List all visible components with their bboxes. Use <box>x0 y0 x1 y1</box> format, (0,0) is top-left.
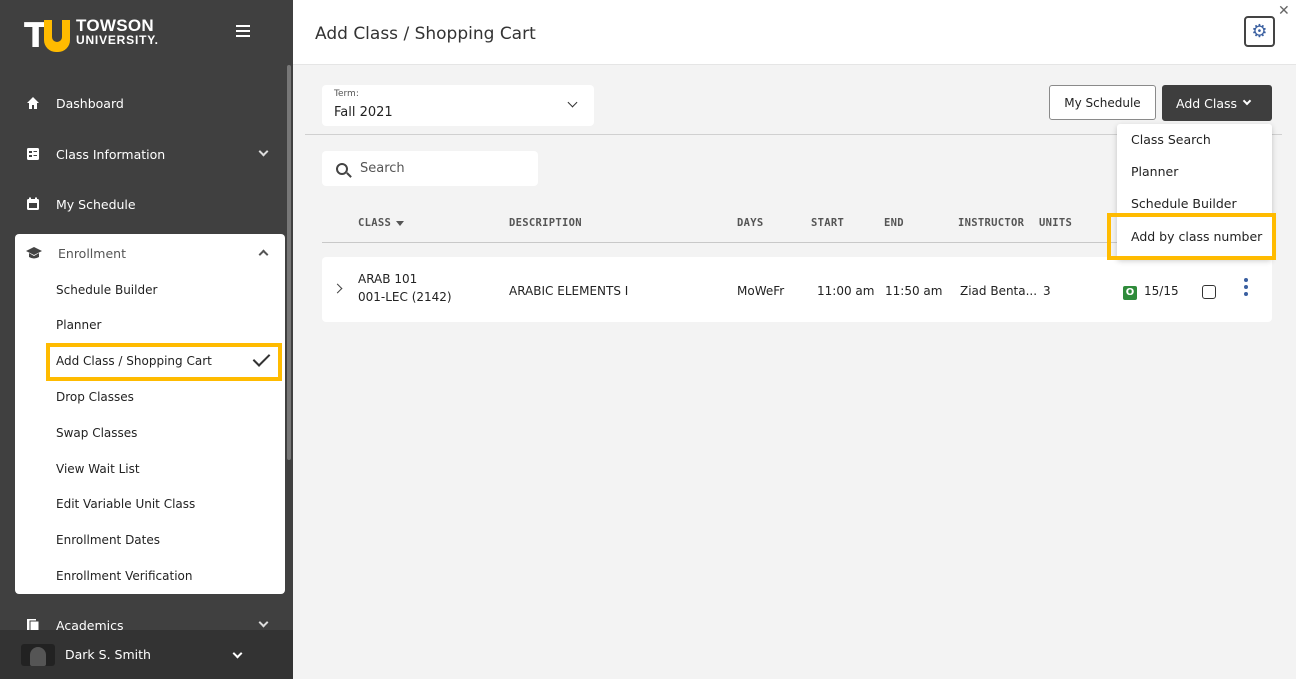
chevron-down-icon <box>1242 96 1252 106</box>
class-code: ARAB 101 <box>358 272 418 286</box>
class-info-icon <box>26 147 40 161</box>
column-header-class[interactable]: CLASS <box>358 217 405 229</box>
enrollment-panel: Enrollment Schedule Builder Planner Add … <box>15 234 285 594</box>
sidebar-item-my-schedule[interactable]: My Schedule <box>15 186 285 222</box>
sidebar-scrollbar[interactable] <box>287 65 291 460</box>
menu-toggle-icon[interactable] <box>236 25 250 37</box>
column-header-end: END <box>884 217 904 229</box>
search-input[interactable]: Search <box>322 151 538 186</box>
sidebar-subitem-enrollment-dates[interactable]: Enrollment Dates <box>56 529 160 551</box>
sort-caret-icon <box>396 220 405 226</box>
search-icon <box>336 162 348 175</box>
menu-item-schedule-builder[interactable]: Schedule Builder <box>1131 194 1237 214</box>
settings-button[interactable]: ⚙ <box>1244 16 1275 47</box>
user-name: Dark S. Smith <box>65 647 151 662</box>
sidebar-subitem-view-wait-list[interactable]: View Wait List <box>56 458 140 480</box>
gear-icon: ⚙ <box>1251 20 1268 42</box>
graduation-cap-icon <box>26 246 42 260</box>
table-header-rule <box>322 242 1122 243</box>
sidebar-item-enrollment[interactable]: Enrollment <box>15 234 285 272</box>
chevron-right-icon[interactable] <box>332 283 343 294</box>
column-header-days: DAYS <box>737 217 764 229</box>
tu-logo-icon: T <box>24 14 70 53</box>
row-checkbox[interactable] <box>1202 285 1216 299</box>
logo-line1: TOWSON <box>76 15 154 35</box>
sidebar-item-label: Class Information <box>56 146 166 162</box>
sidebar-item-label: Dashboard <box>56 95 124 111</box>
more-options-icon[interactable] <box>1243 278 1249 300</box>
header: Add Class / Shopping Cart ⚙ ✕ <box>293 0 1296 65</box>
sidebar-subitem-schedule-builder[interactable]: Schedule Builder <box>56 279 157 301</box>
term-label: Term: <box>334 89 359 99</box>
page-title: Add Class / Shopping Cart <box>315 24 536 44</box>
open-seat-badge: O <box>1123 286 1137 300</box>
sidebar-subitem-drop-classes[interactable]: Drop Classes <box>56 386 134 408</box>
menu-item-planner[interactable]: Planner <box>1131 162 1178 182</box>
calendar-icon <box>26 197 40 211</box>
sidebar-item-dashboard[interactable]: Dashboard <box>15 85 285 121</box>
column-header-start: START <box>811 217 845 229</box>
class-instructor: Ziad Benta... <box>960 284 1038 298</box>
term-select[interactable]: Term: Fall 2021 <box>322 85 594 126</box>
logo-bar: T TOWSON UNIVERSITY. <box>0 0 293 65</box>
sidebar-item-label: Enrollment <box>58 245 126 261</box>
class-start: 11:00 am <box>817 284 875 298</box>
class-units: 3 <box>1043 284 1051 298</box>
menu-item-highlight <box>1107 213 1276 260</box>
sidebar-item-class-information[interactable]: Class Information <box>15 136 285 172</box>
selected-highlight <box>46 343 282 381</box>
university-logo-text: TOWSON UNIVERSITY. <box>76 15 159 48</box>
chevron-down-icon <box>258 617 269 628</box>
my-schedule-button[interactable]: My Schedule <box>1049 85 1156 120</box>
chevron-up-icon <box>258 249 269 260</box>
column-label: CLASS <box>358 217 392 229</box>
class-description: ARABIC ELEMENTS I <box>509 284 629 298</box>
logo-line2: UNIVERSITY. <box>76 32 159 47</box>
table-row: ARAB 101 001-LEC (2142) ARABIC ELEMENTS … <box>322 257 1272 322</box>
add-class-button[interactable]: Add Class <box>1162 85 1272 121</box>
class-days: MoWeFr <box>737 284 785 298</box>
sidebar-subitem-enrollment-verification[interactable]: Enrollment Verification <box>56 565 193 587</box>
add-class-label: Add Class <box>1176 95 1238 111</box>
avatar <box>21 643 55 666</box>
chevron-down-icon <box>232 648 243 659</box>
term-value: Fall 2021 <box>334 105 393 120</box>
chevron-down-icon <box>567 97 578 108</box>
close-icon[interactable]: ✕ <box>1278 3 1290 19</box>
class-section: 001-LEC (2142) <box>358 290 452 304</box>
column-header-units: UNITS <box>1039 217 1073 229</box>
class-seats: 15/15 <box>1144 284 1179 298</box>
home-icon <box>26 96 40 110</box>
class-end: 11:50 am <box>885 284 943 298</box>
sidebar-subitem-edit-variable-unit[interactable]: Edit Variable Unit Class <box>56 493 195 515</box>
sidebar-item-label: My Schedule <box>56 196 136 212</box>
user-menu[interactable]: Dark S. Smith <box>0 630 293 679</box>
sidebar-subitem-planner[interactable]: Planner <box>56 314 101 336</box>
column-header-description: DESCRIPTION <box>509 217 582 229</box>
search-placeholder: Search <box>360 161 405 176</box>
sidebar-subitem-swap-classes[interactable]: Swap Classes <box>56 422 137 444</box>
column-header-instructor: INSTRUCTOR <box>958 217 1025 229</box>
chevron-down-icon <box>258 146 269 157</box>
menu-item-class-search[interactable]: Class Search <box>1131 130 1211 150</box>
